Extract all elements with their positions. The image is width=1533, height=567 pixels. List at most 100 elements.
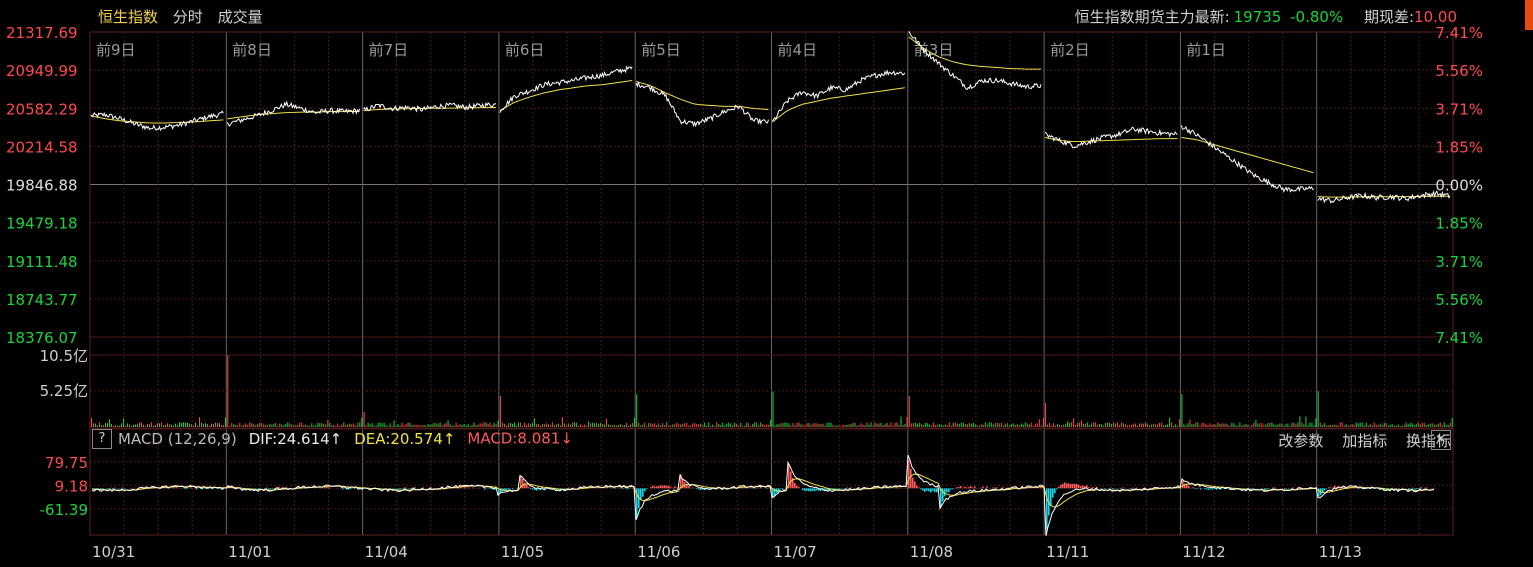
volume-bar	[1141, 423, 1143, 427]
macd-histogram-bar	[676, 487, 678, 489]
volume-bar	[844, 425, 846, 427]
macd-histogram-bar	[644, 488, 646, 492]
volume-bar	[265, 424, 267, 427]
macd-histogram-bar	[962, 487, 964, 489]
macd-histogram-bar	[110, 487, 112, 489]
macd-histogram-bar	[410, 488, 412, 490]
volume-bar	[129, 424, 130, 427]
volume-bar	[1057, 423, 1059, 427]
macd-histogram-bar	[466, 487, 468, 489]
price-line	[363, 101, 497, 113]
macd-histogram-bar	[168, 488, 170, 489]
macd-histogram-bar	[108, 488, 110, 490]
volume-bar	[263, 424, 265, 427]
macd-histogram-bar	[646, 488, 648, 490]
volume-bar	[231, 423, 233, 427]
volume-bar	[523, 422, 525, 427]
volume-bar	[1247, 424, 1249, 427]
volume-bar	[183, 422, 184, 427]
help-icon[interactable]: ?	[92, 429, 112, 449]
volume-bar	[381, 423, 383, 427]
macd-histogram-bar	[1196, 488, 1198, 490]
volume-bar	[193, 425, 194, 427]
volume-bar	[1307, 425, 1309, 427]
volume-bar	[1091, 423, 1093, 427]
volume-bar	[303, 425, 305, 427]
volume-bar	[1189, 419, 1191, 427]
macd-histogram-bar	[1292, 487, 1294, 489]
volume-bar	[886, 422, 888, 427]
volume-bar	[235, 424, 237, 427]
volume-bar	[571, 422, 573, 427]
volume-bar	[577, 425, 579, 427]
volume-bar	[317, 422, 319, 427]
volume-bar	[121, 423, 122, 427]
volume-bar	[684, 423, 686, 427]
volume-bar	[465, 425, 467, 427]
volume-bar	[1269, 422, 1271, 427]
macd-histogram-bar	[970, 486, 972, 489]
volume-bar	[654, 423, 656, 427]
macd-histogram-bar	[936, 488, 938, 493]
dea-line	[91, 473, 1435, 508]
volume-bar	[718, 423, 720, 427]
volume-bar	[1271, 422, 1273, 427]
volume-bar	[996, 422, 998, 427]
volume-bar	[179, 422, 180, 427]
volume-bar	[706, 425, 708, 427]
volume-bar	[95, 423, 96, 427]
day-label: 前4日	[778, 41, 818, 59]
macd-histogram-bar	[974, 486, 976, 489]
add-indicator-button[interactable]: 加指标	[1342, 432, 1387, 450]
volume-bar	[1010, 423, 1012, 427]
volume-bar	[1171, 422, 1173, 427]
volume-bar	[906, 416, 908, 427]
macd-histogram-bar	[934, 488, 936, 492]
volume-bar	[515, 425, 517, 427]
volume-bar	[399, 425, 401, 427]
volume-bar	[828, 422, 830, 427]
volume-bar	[1359, 422, 1361, 427]
volume-bar	[313, 425, 315, 427]
volume-bar	[1395, 425, 1397, 427]
volume-bar	[497, 420, 499, 427]
macd-histogram-bar	[172, 487, 174, 489]
volume-bar	[1195, 422, 1197, 427]
close-icon[interactable]: ✕	[1431, 430, 1451, 450]
volume-bar	[229, 425, 231, 427]
volume-bar	[341, 424, 343, 427]
macd-histogram-bar	[920, 488, 922, 490]
volume-bar	[1155, 424, 1157, 427]
change-params-button[interactable]: 改参数	[1278, 432, 1323, 450]
volume-bar	[1413, 424, 1415, 427]
volume-bar	[1169, 417, 1171, 427]
macd-histogram-bar	[912, 477, 914, 489]
volume-bar	[1059, 424, 1061, 427]
macd-histogram-bar	[1036, 487, 1038, 489]
volume-bar	[1329, 424, 1331, 427]
macd-histogram-bar	[1420, 487, 1422, 489]
volume-bar	[575, 422, 577, 427]
volume-bar	[587, 421, 589, 427]
volume-bar	[658, 423, 660, 427]
volume-bar	[359, 422, 361, 427]
macd-histogram-bar	[850, 487, 852, 489]
macd-histogram-bar	[754, 488, 756, 489]
volume-bar	[1251, 424, 1253, 427]
volume-bar	[764, 424, 766, 427]
macd-histogram-bar	[532, 488, 534, 490]
y-tick-right: 1.85%	[1435, 215, 1483, 233]
volume-bar	[1407, 424, 1409, 427]
x-date-label: 11/13	[1319, 543, 1362, 561]
macd-histogram-bar	[1082, 485, 1084, 489]
volume-bar	[559, 425, 561, 427]
volume-bar	[650, 423, 652, 427]
macd-histogram-bar	[190, 487, 192, 489]
volume-bar	[1409, 422, 1411, 427]
macd-histogram-bar	[478, 487, 480, 489]
volume-bar	[1181, 394, 1183, 427]
x-date-label: 11/07	[774, 543, 817, 561]
volume-bar	[1179, 419, 1181, 427]
volume-bar	[1095, 422, 1097, 427]
volume-bar	[1085, 423, 1087, 427]
